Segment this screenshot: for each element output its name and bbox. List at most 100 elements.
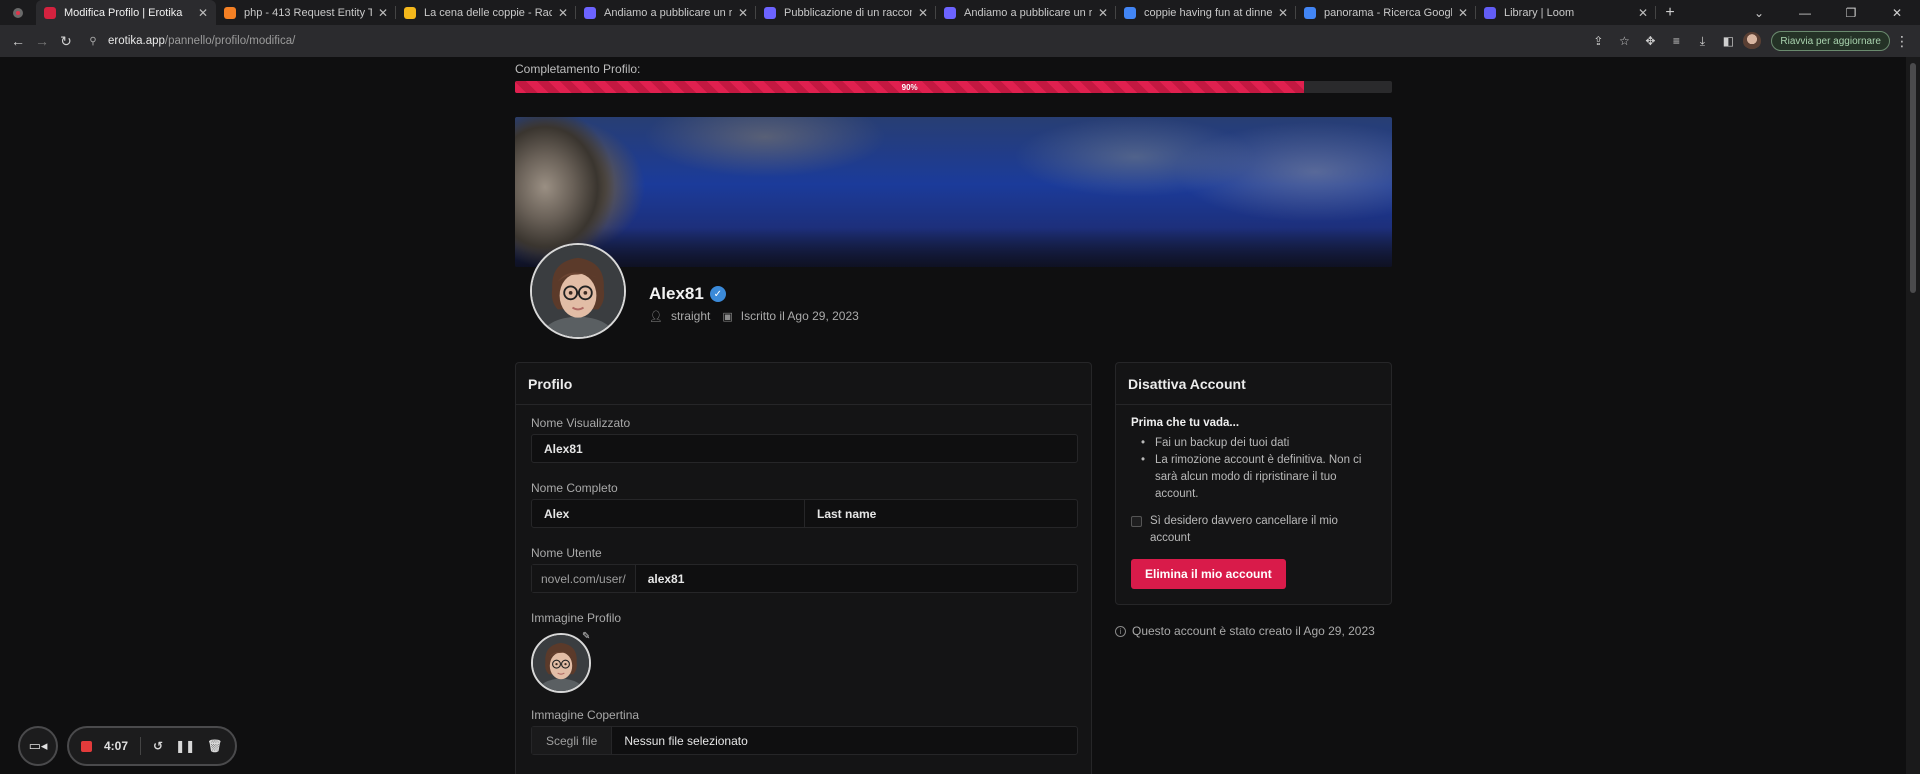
close-window-button[interactable]: ✕ bbox=[1874, 6, 1920, 20]
username-input[interactable]: alex81 bbox=[636, 565, 1077, 592]
verified-badge-icon: ✓ bbox=[709, 286, 726, 302]
tab-bar: Modifica Profilo | Erotika ✕ php - 413 Req… bbox=[0, 0, 1920, 25]
profile-meta: 👤︎ straight ▣ Iscritto il Ago 29, 2023 bbox=[649, 309, 859, 323]
maximize-button[interactable]: ❐ bbox=[1828, 6, 1874, 20]
new-tab-button[interactable]: + bbox=[1656, 0, 1684, 25]
extensions-icon[interactable]: ✥ bbox=[1639, 30, 1661, 52]
share-icon[interactable]: ⇪ bbox=[1587, 30, 1609, 52]
profile-avatar bbox=[530, 243, 626, 339]
delete-account-button[interactable]: Elimina il mio account bbox=[1131, 559, 1286, 589]
progress-percent: 90% bbox=[901, 82, 918, 92]
deactivate-list: Fai un backup dei tuoi dati La rimozione… bbox=[1131, 435, 1376, 503]
forward-button[interactable]: → bbox=[30, 29, 54, 53]
choose-file-button[interactable]: Scegli file bbox=[532, 727, 613, 754]
deactivate-subtitle: Prima che tu vada... bbox=[1131, 417, 1240, 429]
tab-title: Andiamo a pubblicare un raccont bbox=[964, 6, 1092, 19]
tab-3[interactable]: Andiamo a pubblicare un raccont ✕ bbox=[576, 0, 756, 25]
deactivate-body: Prima che tu vada... Fai un backup dei t… bbox=[1116, 405, 1391, 601]
confirm-delete-checkbox[interactable] bbox=[1131, 516, 1142, 527]
trash-icon[interactable]: 🗑︎ bbox=[207, 739, 222, 753]
tab-close-icon[interactable]: ✕ bbox=[918, 6, 928, 20]
profile-progress-bar: 90% bbox=[515, 81, 1392, 93]
reload-button[interactable]: ↻ bbox=[54, 29, 78, 53]
display-name-input[interactable]: Alex81 bbox=[531, 434, 1078, 463]
address-bar: ← → ↻ ⚲ erotika.app/pannello/profilo/mod… bbox=[0, 25, 1920, 57]
profile-image-preview[interactable] bbox=[531, 633, 591, 693]
tab-close-icon[interactable]: ✕ bbox=[198, 6, 208, 20]
edit-pencil-icon[interactable]: ✎ bbox=[582, 631, 590, 642]
bookmark-star-icon[interactable]: ☆ bbox=[1613, 30, 1635, 52]
tab-6[interactable]: coppie having fun at dinner - Ric ✕ bbox=[1116, 0, 1296, 25]
tab-favicon-icon bbox=[1124, 6, 1136, 19]
progress-label: Completamento Profilo: bbox=[515, 62, 641, 76]
loom-camera-button[interactable]: ▭◂ bbox=[18, 726, 58, 766]
tab-2[interactable]: La cena delle coppie - Racconti e ✕ bbox=[396, 0, 576, 25]
tab-7[interactable]: panorama - Ricerca Google ✕ bbox=[1296, 0, 1476, 25]
deactivate-card-title: Disattiva Account bbox=[1116, 363, 1391, 405]
username-group: novel.com/user/ alex81 bbox=[531, 564, 1078, 593]
full-name-label: Nome Completo bbox=[531, 481, 618, 495]
tab-close-icon[interactable]: ✕ bbox=[1098, 6, 1108, 20]
tab-favicon-icon bbox=[44, 6, 56, 19]
tab-title: Andiamo a pubblicare un raccont bbox=[604, 6, 732, 19]
url-host: erotika.app bbox=[108, 35, 165, 47]
scrollbar-thumb[interactable] bbox=[1910, 63, 1916, 293]
pause-icon[interactable]: ❚❚ bbox=[175, 739, 195, 753]
last-name-input[interactable]: Last name bbox=[804, 500, 1077, 527]
username-text: Alex81 bbox=[649, 284, 704, 303]
cover-image-label: Immagine Copertina bbox=[531, 708, 640, 722]
tab-close-icon[interactable]: ✕ bbox=[378, 6, 388, 20]
url-field[interactable]: ⚲ erotika.app/pannello/profilo/modifica/ bbox=[86, 29, 1587, 53]
full-name-group: Alex Last name bbox=[531, 499, 1078, 528]
user-icon: 👤︎ bbox=[649, 310, 663, 323]
stop-recording-icon[interactable] bbox=[81, 740, 92, 752]
tab-title: Modifica Profilo | Erotika bbox=[64, 6, 183, 19]
cover-file-input[interactable]: Scegli file Nessun file selezionato bbox=[531, 726, 1078, 755]
site-info-icon[interactable]: ⚲ bbox=[86, 34, 100, 48]
browser-menu-icon[interactable]: ⋮ bbox=[1894, 33, 1910, 50]
tab-search-icon[interactable]: ⌄ bbox=[1736, 6, 1782, 20]
profile-username: Alex81 ✓ bbox=[649, 284, 726, 304]
tab-close-icon[interactable]: ✕ bbox=[738, 6, 748, 20]
tab-1[interactable]: php - 413 Request Entity Too Lar ✕ bbox=[216, 0, 396, 25]
toolbar-right: ⇪ ☆ ✥ ≡ ⤓ ◧ Riavvia per aggiornare ⋮ bbox=[1587, 30, 1910, 52]
divider bbox=[140, 737, 142, 755]
confirm-delete-label: Sì desidero davvero cancellare il mio ac… bbox=[1150, 515, 1338, 544]
tab-8[interactable]: Library | Loom ✕ bbox=[1476, 0, 1656, 25]
no-file-text: Nessun file selezionato bbox=[624, 733, 748, 748]
tab-favicon-icon bbox=[404, 6, 416, 19]
profile-avatar-icon[interactable] bbox=[1743, 32, 1762, 50]
created-text: Questo account è stato creato il Ago 29,… bbox=[1132, 624, 1375, 638]
minimize-button[interactable]: — bbox=[1782, 6, 1828, 20]
back-button[interactable]: ← bbox=[6, 29, 30, 53]
tab-close-icon[interactable]: ✕ bbox=[1638, 6, 1648, 20]
account-created-note: i Questo account è stato creato il Ago 2… bbox=[1115, 624, 1375, 638]
orientation-text: straight bbox=[670, 309, 711, 323]
window-controls: ⌄ — ❐ ✕ bbox=[1736, 0, 1920, 25]
tab-separator bbox=[1655, 6, 1656, 19]
side-panel-icon[interactable]: ◧ bbox=[1717, 30, 1739, 52]
tab-close-icon[interactable]: ✕ bbox=[558, 6, 568, 20]
tab-0[interactable]: Modifica Profilo | Erotika ✕ bbox=[36, 0, 216, 25]
avatar-portrait bbox=[532, 245, 624, 337]
tab-4[interactable]: Pubblicazione di un racconto su ✕ bbox=[756, 0, 936, 25]
recording-indicator bbox=[0, 0, 36, 25]
tab-favicon-icon bbox=[944, 6, 956, 19]
tab-title: Library | Loom bbox=[1504, 6, 1575, 19]
update-button[interactable]: Riavvia per aggiornare bbox=[1771, 31, 1890, 51]
tab-close-icon[interactable]: ✕ bbox=[1278, 6, 1288, 20]
profile-image-label: Immagine Profilo bbox=[531, 611, 622, 625]
first-name-input[interactable]: Alex bbox=[532, 500, 804, 527]
restart-icon[interactable]: ↺ bbox=[153, 739, 163, 753]
tab-5[interactable]: Andiamo a pubblicare un raccont ✕ bbox=[936, 0, 1116, 25]
tab-title: panorama - Ricerca Google bbox=[1324, 6, 1452, 19]
reading-list-icon[interactable]: ≡ bbox=[1665, 30, 1687, 52]
profile-card-title: Profilo bbox=[516, 363, 1091, 405]
page: Completamento Profilo: 90% Alex81 ✓ 👤︎ s… bbox=[0, 57, 1920, 774]
download-icon[interactable]: ⤓ bbox=[1691, 30, 1713, 52]
tab-title: php - 413 Request Entity Too Lar bbox=[244, 6, 372, 19]
tab-close-icon[interactable]: ✕ bbox=[1458, 6, 1468, 20]
cover-image bbox=[515, 117, 1392, 267]
list-item: Fai un backup dei tuoi dati bbox=[1141, 435, 1376, 452]
page-scrollbar[interactable] bbox=[1906, 57, 1920, 774]
